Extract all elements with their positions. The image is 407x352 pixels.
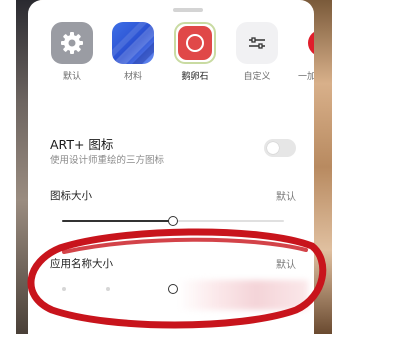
red-annotation-oval (27, 228, 327, 329)
